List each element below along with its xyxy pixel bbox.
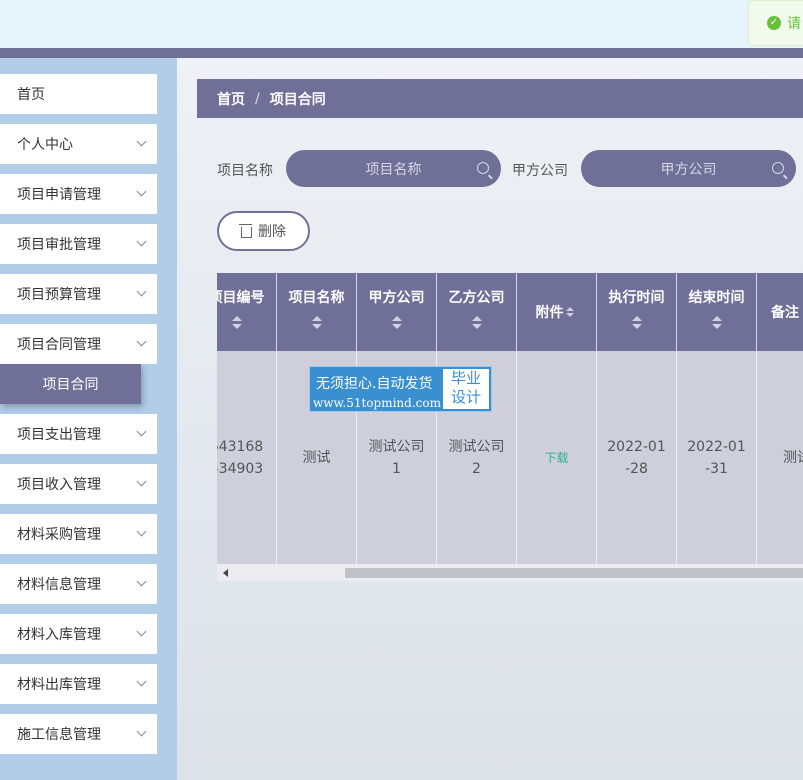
chevron-down-icon [136,676,147,687]
sort-desc-icon[interactable] [231,324,242,329]
sort-asc-icon[interactable] [711,316,722,321]
column-header-name[interactable]: 项目名称 [277,273,357,351]
data-table: 项目编号 项目名称 甲方公司 乙方公司 附件 执行时间 [217,273,803,581]
trash-icon [239,223,252,238]
sidebar-item-label: 材料信息管理 [17,577,101,593]
delete-button[interactable]: 删除 [217,211,310,251]
sidebar-item-label: 材料出库管理 [17,677,101,693]
table-header: 项目编号 项目名称 甲方公司 乙方公司 附件 执行时间 [217,273,803,351]
sidebar-item-material-info[interactable]: 材料信息管理 [0,564,157,604]
sidebar-item-home[interactable]: 首页 [0,74,157,114]
sort-desc-icon[interactable] [631,324,642,329]
success-toast: ✓ 请 [748,0,803,46]
cell-start-time: 2022-01 -28 [597,351,677,564]
breadcrumb-separator: / [255,90,260,107]
sidebar-item-label: 材料采购管理 [17,527,101,543]
check-circle-icon: ✓ [767,16,781,30]
sidebar-item-project-application[interactable]: 项目申请管理 [0,174,157,214]
header-band [0,48,803,58]
download-link[interactable]: 下载 [517,351,597,564]
sidebar-item-project-income[interactable]: 项目收入管理 [0,464,157,504]
breadcrumb-current: 项目合同 [269,91,326,108]
watermark-logo: 无须担心.自动发货 www.51topmind.com 毕业 设计 [309,366,492,412]
top-header [0,0,803,48]
chevron-down-icon [136,726,147,737]
party-a-search-input[interactable]: 甲方公司 [581,150,796,187]
sort-asc-icon[interactable] [391,316,402,321]
sort-asc-icon[interactable] [471,316,482,321]
search-icon[interactable] [772,162,784,174]
sort-desc-icon[interactable] [391,324,402,329]
sidebar-item-label: 材料入库管理 [17,627,101,643]
sidebar-item-project-expense[interactable]: 项目支出管理 [0,414,157,454]
sort-asc-icon[interactable] [566,307,574,311]
project-name-placeholder: 项目名称 [365,161,422,178]
column-header-attachment[interactable]: 附件 [517,273,597,351]
sidebar-item-label: 施工信息管理 [17,727,101,743]
cell-code: 643168534903 [217,351,277,564]
sidebar-item-label: 项目收入管理 [17,477,101,493]
chevron-down-icon [136,136,147,147]
sidebar-item-material-purchase[interactable]: 材料采购管理 [0,514,157,554]
scroll-left-arrow-icon[interactable] [223,569,228,577]
sidebar-item-personal-center[interactable]: 个人中心 [0,124,157,164]
party-a-placeholder: 甲方公司 [660,161,717,178]
breadcrumb: 首页 / 项目合同 [197,79,803,118]
sidebar-item-material-outbound[interactable]: 材料出库管理 [0,664,157,704]
delete-label: 删除 [258,224,286,240]
column-header-code[interactable]: 项目编号 [217,273,277,351]
chevron-down-icon [136,626,147,637]
chevron-down-icon [136,426,147,437]
submenu-item-project-contract[interactable]: 项目合同 [0,364,141,404]
toast-text: 请 [787,16,801,32]
sidebar-item-label: 首页 [17,87,45,103]
sidebar-item-project-contract[interactable]: 项目合同管理 [0,324,157,364]
column-header-start-time[interactable]: 执行时间 [597,273,677,351]
sort-desc-icon[interactable] [566,313,574,317]
sort-desc-icon[interactable] [471,324,482,329]
table-row[interactable]: 643168534903 测试 测试公司1 测试公司2 下载 2022-01-2… [217,351,803,564]
chevron-down-icon [136,236,147,247]
chevron-down-icon [136,576,147,587]
search-icon[interactable] [477,162,489,174]
sidebar-item-project-approval[interactable]: 项目审批管理 [0,224,157,264]
sidebar-item-project-budget[interactable]: 项目预算管理 [0,274,157,314]
cell-end-time: 2022-01 -31 [677,351,757,564]
breadcrumb-home[interactable]: 首页 [217,89,245,109]
sort-asc-icon[interactable] [231,316,242,321]
cell-remark: 测试 [783,449,803,466]
sidebar-item-label: 个人中心 [17,137,73,153]
column-header-remark: 备注 [771,305,799,321]
column-header-party-a[interactable]: 甲方公司 [357,273,437,351]
chevron-down-icon [136,186,147,197]
sidebar-item-label: 项目审批管理 [17,237,101,253]
party-a-label: 甲方公司 [512,163,568,179]
chevron-down-icon [136,476,147,487]
chevron-down-icon [136,286,147,297]
chevron-down-icon [136,526,147,537]
sort-asc-icon[interactable] [311,316,322,321]
project-name-label: 项目名称 [217,163,273,179]
chevron-down-icon [136,336,147,347]
sidebar-item-material-inbound[interactable]: 材料入库管理 [0,614,157,654]
sidebar-item-label: 项目预算管理 [17,287,101,303]
sidebar-item-label: 项目合同管理 [17,337,101,353]
horizontal-scrollbar[interactable] [217,564,803,581]
sidebar-item-construction-info[interactable]: 施工信息管理 [0,714,157,754]
sort-asc-icon[interactable] [631,316,642,321]
sidebar-item-label: 项目支出管理 [17,427,101,443]
project-name-search-input[interactable]: 项目名称 [286,150,501,187]
sidebar-item-label: 项目申请管理 [17,187,101,203]
sort-desc-icon[interactable] [311,324,322,329]
sort-desc-icon[interactable] [711,324,722,329]
scrollbar-thumb[interactable] [345,568,803,578]
